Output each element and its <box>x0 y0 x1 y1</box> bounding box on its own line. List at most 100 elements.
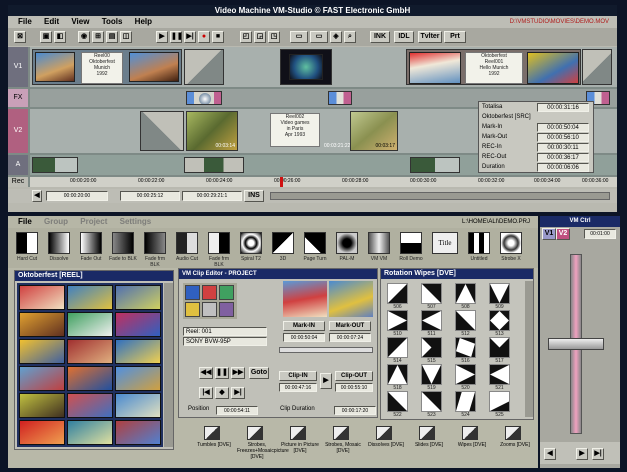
audio-clip-3[interactable] <box>410 157 460 173</box>
fx-roll-demo[interactable] <box>400 232 422 254</box>
clip-v1-transition[interactable] <box>184 49 224 85</box>
nav-pos-3[interactable]: 00:00:29:21:1 <box>182 191 242 201</box>
wipe-thumbnail[interactable] <box>421 364 442 385</box>
reel-thumbnail[interactable] <box>115 339 161 364</box>
fx-title[interactable]: Title <box>432 232 458 254</box>
menu-file[interactable]: File <box>18 17 32 26</box>
fx-untitled[interactable] <box>468 232 490 254</box>
nav-pos-2[interactable]: 00:00:25:12 <box>120 191 180 201</box>
jog-slider[interactable] <box>279 347 373 353</box>
mixer-fwd-button[interactable]: ▶ <box>576 448 588 460</box>
tool-k[interactable]: ▭ <box>310 31 328 43</box>
reel-thumbnail[interactable] <box>19 285 65 310</box>
wipe-thumbnail[interactable] <box>387 337 408 358</box>
fx-hard-cut[interactable] <box>16 232 38 254</box>
tool-h[interactable]: ◲ <box>254 31 266 43</box>
wipe-thumbnail[interactable] <box>489 310 510 331</box>
reel-thumbnail[interactable] <box>115 393 161 418</box>
menu-view[interactable]: View <box>71 17 89 26</box>
wipe-thumbnail[interactable] <box>455 283 476 304</box>
reel-thumbnail[interactable] <box>19 420 65 445</box>
prt-button[interactable]: Prt <box>444 31 466 43</box>
step-back-button[interactable]: |◀ <box>199 387 213 399</box>
ins-button[interactable]: INS <box>244 190 264 202</box>
clip-v2-1[interactable]: 00:03:14 <box>186 111 238 151</box>
tool-e[interactable]: ▤ <box>106 31 118 43</box>
nav-back-button[interactable]: ◀ <box>32 190 42 202</box>
fx-3d[interactable] <box>272 232 294 254</box>
fx-vm-vm[interactable] <box>368 232 390 254</box>
stop-button[interactable]: ■ <box>212 31 224 43</box>
fx-page-turn[interactable] <box>304 232 326 254</box>
editor-tool-icon[interactable] <box>219 302 234 317</box>
clip-v1-1[interactable]: Reel00 Oktoberfest Munich 1992 <box>32 49 182 85</box>
fx-fade-from-black[interactable] <box>144 232 166 254</box>
tool-c[interactable]: ◉ <box>78 31 90 43</box>
tool-a[interactable]: ▣ <box>40 31 52 43</box>
playhead-marker[interactable] <box>280 177 283 187</box>
tool-close[interactable]: ⊠ <box>14 31 26 43</box>
wipe-thumbnail[interactable] <box>455 310 476 331</box>
play-button[interactable]: ▶ <box>320 373 332 389</box>
step-forward-button[interactable]: ▶| <box>231 387 245 399</box>
fx-fade-out[interactable] <box>80 232 102 254</box>
clip-v1-3[interactable]: Oktoberfest Reel001 Hello Munich 1992 <box>406 49 581 85</box>
editor-tool-icon[interactable] <box>185 302 200 317</box>
group-icon[interactable] <box>333 426 349 440</box>
mark-out-button[interactable]: Mark-OUT <box>329 321 371 331</box>
audio-clip-2[interactable] <box>184 157 244 173</box>
wipe-thumbnail[interactable] <box>387 283 408 304</box>
reel-thumbnail[interactable] <box>19 366 65 391</box>
reel-thumbnail[interactable] <box>67 339 113 364</box>
step-button[interactable]: ◆ <box>215 387 229 399</box>
reel-thumbnail[interactable] <box>19 393 65 418</box>
wipe-thumbnail[interactable] <box>387 391 408 412</box>
reel-thumbnail[interactable] <box>67 312 113 337</box>
tool-i[interactable]: ◳ <box>268 31 280 43</box>
fx-strobe[interactable] <box>500 232 522 254</box>
wipe-thumbnail[interactable] <box>489 337 510 358</box>
reel-thumbnail[interactable] <box>115 366 161 391</box>
clip-out-button[interactable]: Clip-OUT <box>335 371 373 381</box>
menu-file[interactable]: File <box>18 217 32 226</box>
tool-b[interactable]: ◧ <box>54 31 66 43</box>
next-button[interactable]: ▶| <box>184 31 196 43</box>
menu-tools[interactable]: Tools <box>102 17 123 26</box>
clip-in-tc[interactable]: 00:00:47:16 <box>279 383 317 392</box>
clip-v2-transition[interactable] <box>140 111 184 151</box>
audio-clip-1[interactable] <box>32 157 78 173</box>
wipe-thumbnail[interactable] <box>455 337 476 358</box>
tool-j[interactable]: ▭ <box>290 31 308 43</box>
reel-scrollbar[interactable] <box>164 283 173 447</box>
wipe-thumbnail[interactable] <box>455 364 476 385</box>
nav-pos-1[interactable]: 00:00:20:00 <box>46 191 108 201</box>
tvlter-button[interactable]: Tvlter <box>418 31 442 43</box>
reel-thumbnail[interactable] <box>67 366 113 391</box>
timeline-scrollbar[interactable] <box>270 192 610 200</box>
group-icon[interactable] <box>505 426 521 440</box>
editor-tool-icon[interactable] <box>202 285 217 300</box>
editor-tool-icon[interactable] <box>219 285 234 300</box>
pause-button[interactable]: ❚❚ <box>215 367 229 379</box>
fx-clip-1[interactable] <box>186 91 222 105</box>
wipes-scrollbar[interactable] <box>525 281 533 417</box>
mark-in-button[interactable]: Mark-IN <box>283 321 325 331</box>
wipe-thumbnail[interactable] <box>387 364 408 385</box>
reel-thumbnail[interactable] <box>115 285 161 310</box>
reel-thumbnail[interactable] <box>67 420 113 445</box>
clip-out-tc[interactable]: 00:00:55:10 <box>335 383 373 392</box>
fx-pal-m[interactable] <box>336 232 358 254</box>
fx-fade-to-black[interactable] <box>112 232 134 254</box>
record-button[interactable]: ● <box>198 31 210 43</box>
clip-v1-2[interactable] <box>280 49 332 85</box>
menu-group[interactable]: Group <box>44 217 68 226</box>
group-icon[interactable] <box>462 426 478 440</box>
reel-thumbnail[interactable] <box>67 393 113 418</box>
ink-button[interactable]: INK <box>370 31 390 43</box>
reel-thumbnail[interactable] <box>19 339 65 364</box>
group-icon[interactable] <box>419 426 435 440</box>
wipe-thumbnail[interactable] <box>421 337 442 358</box>
clip-v1-transition-2[interactable] <box>582 49 612 85</box>
wipe-thumbnail[interactable] <box>455 391 476 412</box>
reel-thumbnail[interactable] <box>19 312 65 337</box>
